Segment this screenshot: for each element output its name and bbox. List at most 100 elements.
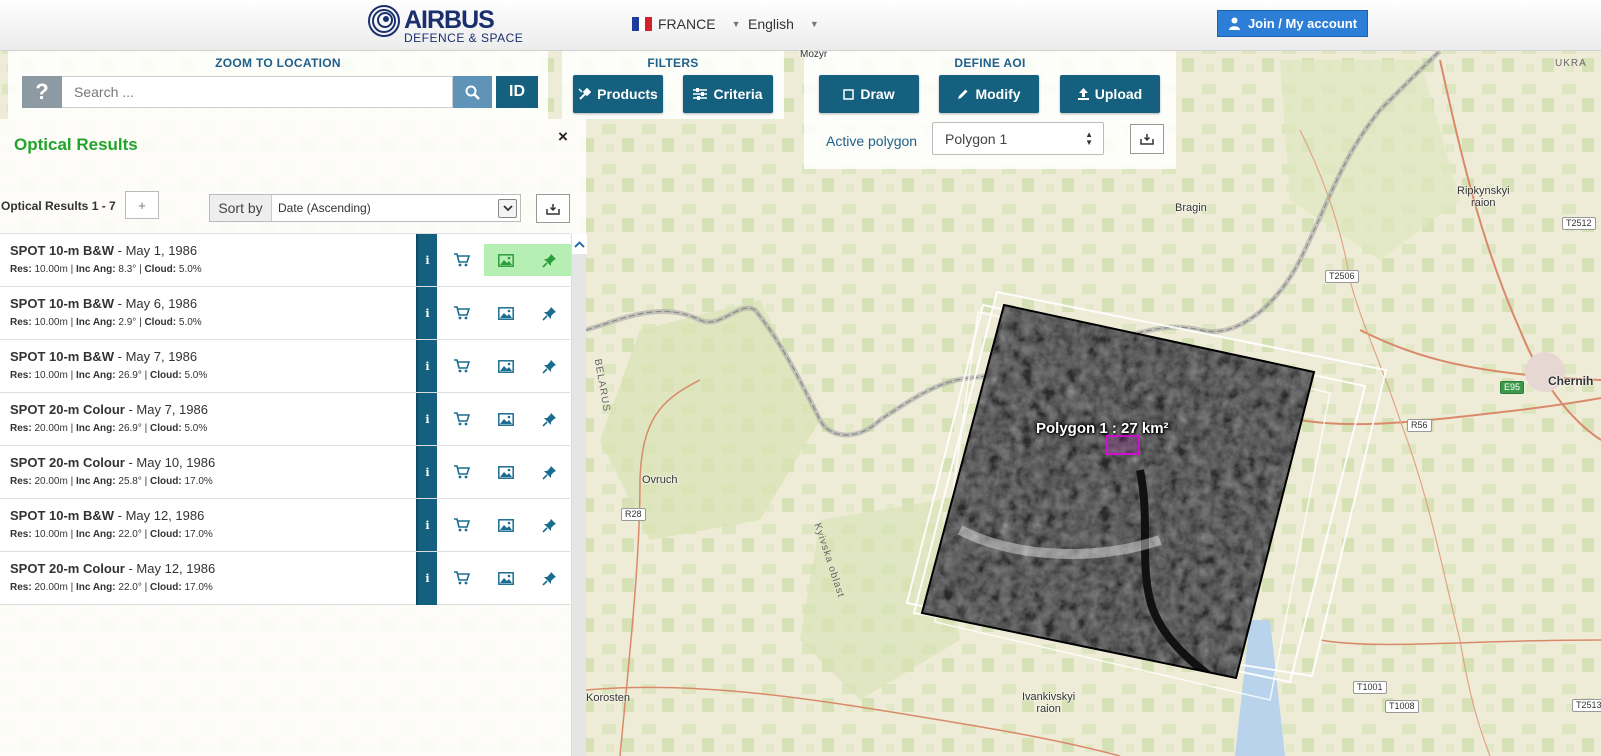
pin-icon[interactable] (527, 403, 571, 435)
active-polygon-value: Polygon 1 (945, 130, 1008, 147)
upload-button[interactable]: Upload (1060, 75, 1160, 113)
cart-icon[interactable] (440, 244, 484, 276)
result-row[interactable]: SPOT 20-m Colour - May 10, 1986 Res: 20.0… (0, 445, 570, 499)
image-preview-icon[interactable] (484, 456, 528, 488)
pin-icon[interactable] (527, 350, 571, 382)
cart-icon[interactable] (440, 509, 484, 541)
pin-icon[interactable] (527, 456, 571, 488)
help-button[interactable]: ? (22, 76, 62, 108)
inc-label: Inc Ang: (75, 582, 116, 593)
cart-icon[interactable] (440, 456, 484, 488)
result-row[interactable]: SPOT 10-m B&W - May 1, 1986 Res: 10.00m |… (0, 233, 571, 287)
cloud-label: Cloud: (144, 317, 177, 328)
result-row[interactable]: SPOT 20-m Colour - May 7, 1986 Res: 20.00… (0, 392, 570, 446)
result-date: - May 12, 1986 (124, 561, 216, 576)
id-search-button[interactable]: ID (496, 76, 538, 108)
image-preview-icon[interactable] (484, 403, 528, 435)
image-preview-icon[interactable] (484, 509, 528, 541)
top-header: AIRBUS DEFENCE & SPACE FRANCE ▼ English … (0, 0, 1601, 51)
pin-icon[interactable] (527, 297, 571, 329)
info-icon[interactable]: i (416, 446, 437, 499)
result-title[interactable]: SPOT 10-m B&W - May 12, 1986 (10, 508, 204, 523)
pin-icon[interactable] (527, 509, 571, 541)
image-preview-icon[interactable] (484, 350, 528, 382)
country-label: FRANCE (658, 16, 716, 32)
result-row[interactable]: SPOT 10-m B&W - May 6, 1986 Res: 10.00m |… (0, 286, 570, 340)
place-ripkynskyi-raion: Ripkynskyi raion (1457, 185, 1510, 209)
cloud-value: 5.0% (184, 423, 208, 434)
airbus-swirl-icon (368, 5, 400, 37)
result-title[interactable]: SPOT 20-m Colour - May 7, 1986 (10, 402, 208, 417)
results-scrollbar[interactable] (571, 234, 587, 756)
join-account-button[interactable]: Join / My account (1217, 10, 1368, 37)
result-title[interactable]: SPOT 10-m B&W - May 6, 1986 (10, 296, 197, 311)
airbus-logo[interactable]: AIRBUS DEFENCE & SPACE (368, 5, 538, 45)
cart-icon[interactable] (440, 562, 484, 594)
info-icon[interactable]: i (416, 499, 437, 552)
criteria-button[interactable]: Criteria (683, 75, 773, 113)
polygon-area-label: Polygon 1 : 27 km² (1036, 420, 1169, 437)
res-value: 20.00m (34, 423, 68, 434)
pencil-icon (958, 89, 968, 99)
sort-order-select[interactable]: Date (Ascending) (272, 195, 520, 221)
cloud-value: 5.0% (178, 317, 202, 328)
info-icon[interactable]: i (416, 287, 437, 340)
download-aoi-button[interactable] (1130, 124, 1164, 154)
inc-label: Inc Ang: (75, 370, 116, 381)
location-search-input[interactable] (62, 76, 453, 108)
result-product: SPOT 10-m B&W (10, 296, 115, 311)
optical-results-panel: Optical Results × Optical Results 1 - 7 … (0, 119, 587, 756)
result-title[interactable]: SPOT 10-m B&W - May 7, 1986 (10, 349, 197, 364)
info-icon[interactable]: i (416, 393, 437, 446)
info-icon[interactable]: i (416, 234, 437, 287)
country-selector[interactable]: FRANCE ▼ (632, 16, 740, 32)
image-preview-icon[interactable] (484, 244, 528, 276)
pin-icon[interactable] (527, 244, 571, 276)
road-t2512: T2512 (1562, 217, 1596, 230)
chevron-up-icon[interactable] (572, 234, 587, 254)
search-button[interactable] (453, 76, 492, 108)
chevron-down-icon: ▼ (809, 19, 819, 29)
cloud-value: 17.0% (184, 476, 213, 487)
inc-value: 22.0° (118, 529, 142, 540)
download-results-button[interactable] (536, 194, 570, 223)
products-button[interactable]: Products (573, 75, 663, 113)
cart-icon[interactable] (440, 297, 484, 329)
result-product: SPOT 10-m B&W (10, 349, 115, 364)
res-label: Res: (10, 264, 32, 275)
close-icon[interactable]: × (558, 127, 568, 147)
expand-results-button[interactable]: + (125, 191, 159, 219)
road-e95: E95 (1500, 381, 1525, 394)
result-meta: Res: 10.00m | Inc Ang: 2.9° | Cloud: 5.0… (10, 317, 202, 328)
result-title[interactable]: SPOT 10-m B&W - May 1, 1986 (10, 243, 197, 258)
result-row[interactable]: SPOT 10-m B&W - May 12, 1986 Res: 10.00m … (0, 498, 570, 552)
result-date: - May 1, 1986 (114, 243, 198, 258)
result-row[interactable]: SPOT 20-m Colour - May 12, 1986 Res: 20.0… (0, 551, 570, 605)
modify-button[interactable]: Modify (939, 75, 1039, 113)
info-icon[interactable]: i (416, 340, 437, 393)
result-product: SPOT 10-m B&W (10, 508, 115, 523)
language-selector[interactable]: English ▼ (748, 16, 819, 32)
download-tray-icon (546, 203, 560, 215)
result-title[interactable]: SPOT 20-m Colour - May 10, 1986 (10, 455, 215, 470)
result-row[interactable]: SPOT 10-m B&W - May 7, 1986 Res: 10.00m |… (0, 339, 570, 393)
logo-subtitle: DEFENCE & SPACE (404, 31, 524, 45)
cloud-label: Cloud: (150, 423, 182, 434)
road-t1001: T1001 (1353, 681, 1387, 694)
sort-control: Sort by Date (Ascending) (209, 194, 521, 222)
result-title[interactable]: SPOT 20-m Colour - May 12, 1986 (10, 561, 215, 576)
active-polygon-select[interactable]: Polygon 1 ▲ ▼ (932, 122, 1104, 155)
image-preview-icon[interactable] (484, 562, 528, 594)
cart-icon[interactable] (440, 350, 484, 382)
draw-button[interactable]: Draw (819, 75, 919, 113)
inc-label: Inc Ang: (75, 317, 116, 328)
result-product: SPOT 20-m Colour (10, 455, 125, 470)
sort-order-value: Date (Ascending) (278, 201, 371, 215)
inc-value: 22.0° (118, 582, 142, 593)
info-icon[interactable]: i (416, 552, 437, 605)
image-preview-icon[interactable] (484, 297, 528, 329)
cart-icon[interactable] (440, 403, 484, 435)
define-aoi-panel: DEFINE AOI Draw Modify Upload Active pol… (804, 51, 1176, 169)
pin-icon[interactable] (527, 562, 571, 594)
result-meta: Res: 20.00m | Inc Ang: 26.9° | Cloud: 5.… (10, 423, 208, 434)
